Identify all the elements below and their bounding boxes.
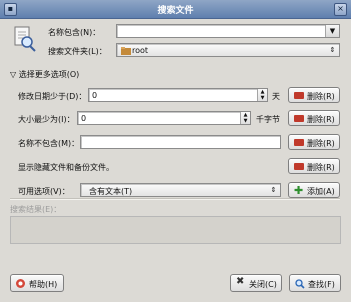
add-label: 添加(A) <box>307 187 335 196</box>
min-size-value: 0 <box>81 114 87 123</box>
available-options-value: 含有文本(T) <box>89 187 133 196</box>
find-button[interactable]: 查找(F) <box>289 274 341 292</box>
show-hidden-label: 显示隐藏文件和备份文件。 <box>18 163 114 172</box>
separator <box>10 198 340 200</box>
find-label: 查找(F) <box>308 280 335 289</box>
min-size-spinbox[interactable]: 0 ▲ ▼ <box>77 111 251 125</box>
remove-label: 删除(R) <box>307 163 335 172</box>
modified-days-spin-icon[interactable]: ▲ ▼ <box>257 89 267 101</box>
remove-modified-button[interactable]: 删除(R) <box>288 87 340 103</box>
more-options-toggle[interactable]: ▽ 选择更多选项(O) <box>10 69 79 80</box>
search-folder-select[interactable]: root ⇕ <box>116 43 340 57</box>
more-options-label: 选择更多选项(O) <box>18 70 80 79</box>
help-icon <box>16 279 25 288</box>
close-window-icon[interactable]: × <box>334 3 347 16</box>
modified-days-value: 0 <box>92 91 98 100</box>
close-label: 关闭(C) <box>249 280 277 289</box>
close-icon: ✖ <box>236 276 245 287</box>
name-not-contains-input[interactable] <box>80 135 281 149</box>
window-title: 搜索文件 <box>157 6 194 16</box>
name-contains-dropdown-icon[interactable]: ▼ <box>325 25 339 37</box>
remove-hidden-button[interactable]: 删除(R) <box>288 158 340 174</box>
search-folder-dropdown-icon[interactable]: ⇕ <box>326 44 339 56</box>
help-button[interactable]: 帮助(H) <box>10 274 64 292</box>
search-folder-value: root <box>132 46 149 55</box>
magnifier-icon <box>295 279 305 289</box>
min-size-spin-icon[interactable]: ▲ ▼ <box>240 112 250 124</box>
search-document-icon <box>14 26 36 52</box>
name-not-contains-label: 名称不包含(M)： <box>18 139 80 148</box>
name-contains-input[interactable]: ▼ <box>116 24 340 38</box>
search-results-list[interactable] <box>10 216 341 244</box>
folder-icon <box>121 47 131 55</box>
available-options-dropdown-icon[interactable]: ⇕ <box>267 184 280 196</box>
remove-name-not-contains-button[interactable]: 删除(R) <box>288 134 340 150</box>
search-folder-label: 搜索文件夹(L)： <box>48 47 107 56</box>
add-icon: ✚ <box>294 184 304 197</box>
remove-label: 删除(R) <box>307 139 335 148</box>
min-size-label: 大小最少为(I)： <box>18 115 75 124</box>
remove-icon <box>294 163 304 170</box>
name-contains-label: 名称包含(N)： <box>48 28 101 37</box>
title-bar: ▪ 搜索文件 × <box>0 0 351 19</box>
close-button[interactable]: ✖ 关闭(C) <box>230 274 282 292</box>
triangle-down-icon: ▽ <box>10 70 17 79</box>
remove-icon <box>294 139 304 146</box>
days-unit-label: 天 <box>272 92 280 101</box>
kilobytes-unit-label: 千字节 <box>256 115 280 124</box>
search-results-label: 搜索结果(E)： <box>10 205 62 214</box>
available-options-select[interactable]: 含有文本(T) ⇕ <box>80 183 281 197</box>
remove-label: 删除(R) <box>307 92 335 101</box>
remove-icon <box>294 115 304 122</box>
add-option-button[interactable]: ✚ 添加(A) <box>288 182 340 198</box>
remove-size-button[interactable]: 删除(R) <box>288 110 340 126</box>
help-label: 帮助(H) <box>29 280 58 289</box>
modified-less-than-label: 修改日期少于(D)： <box>18 92 87 101</box>
remove-label: 删除(R) <box>307 115 335 124</box>
modified-days-spinbox[interactable]: 0 ▲ ▼ <box>88 88 268 102</box>
available-options-label: 可用选项(V)： <box>18 187 70 196</box>
search-files-dialog: ▪ 搜索文件 × 名称包含(N)： ▼ 搜索文件夹(L)： root ⇕ ▽ 选… <box>0 0 351 302</box>
remove-icon <box>294 92 304 99</box>
